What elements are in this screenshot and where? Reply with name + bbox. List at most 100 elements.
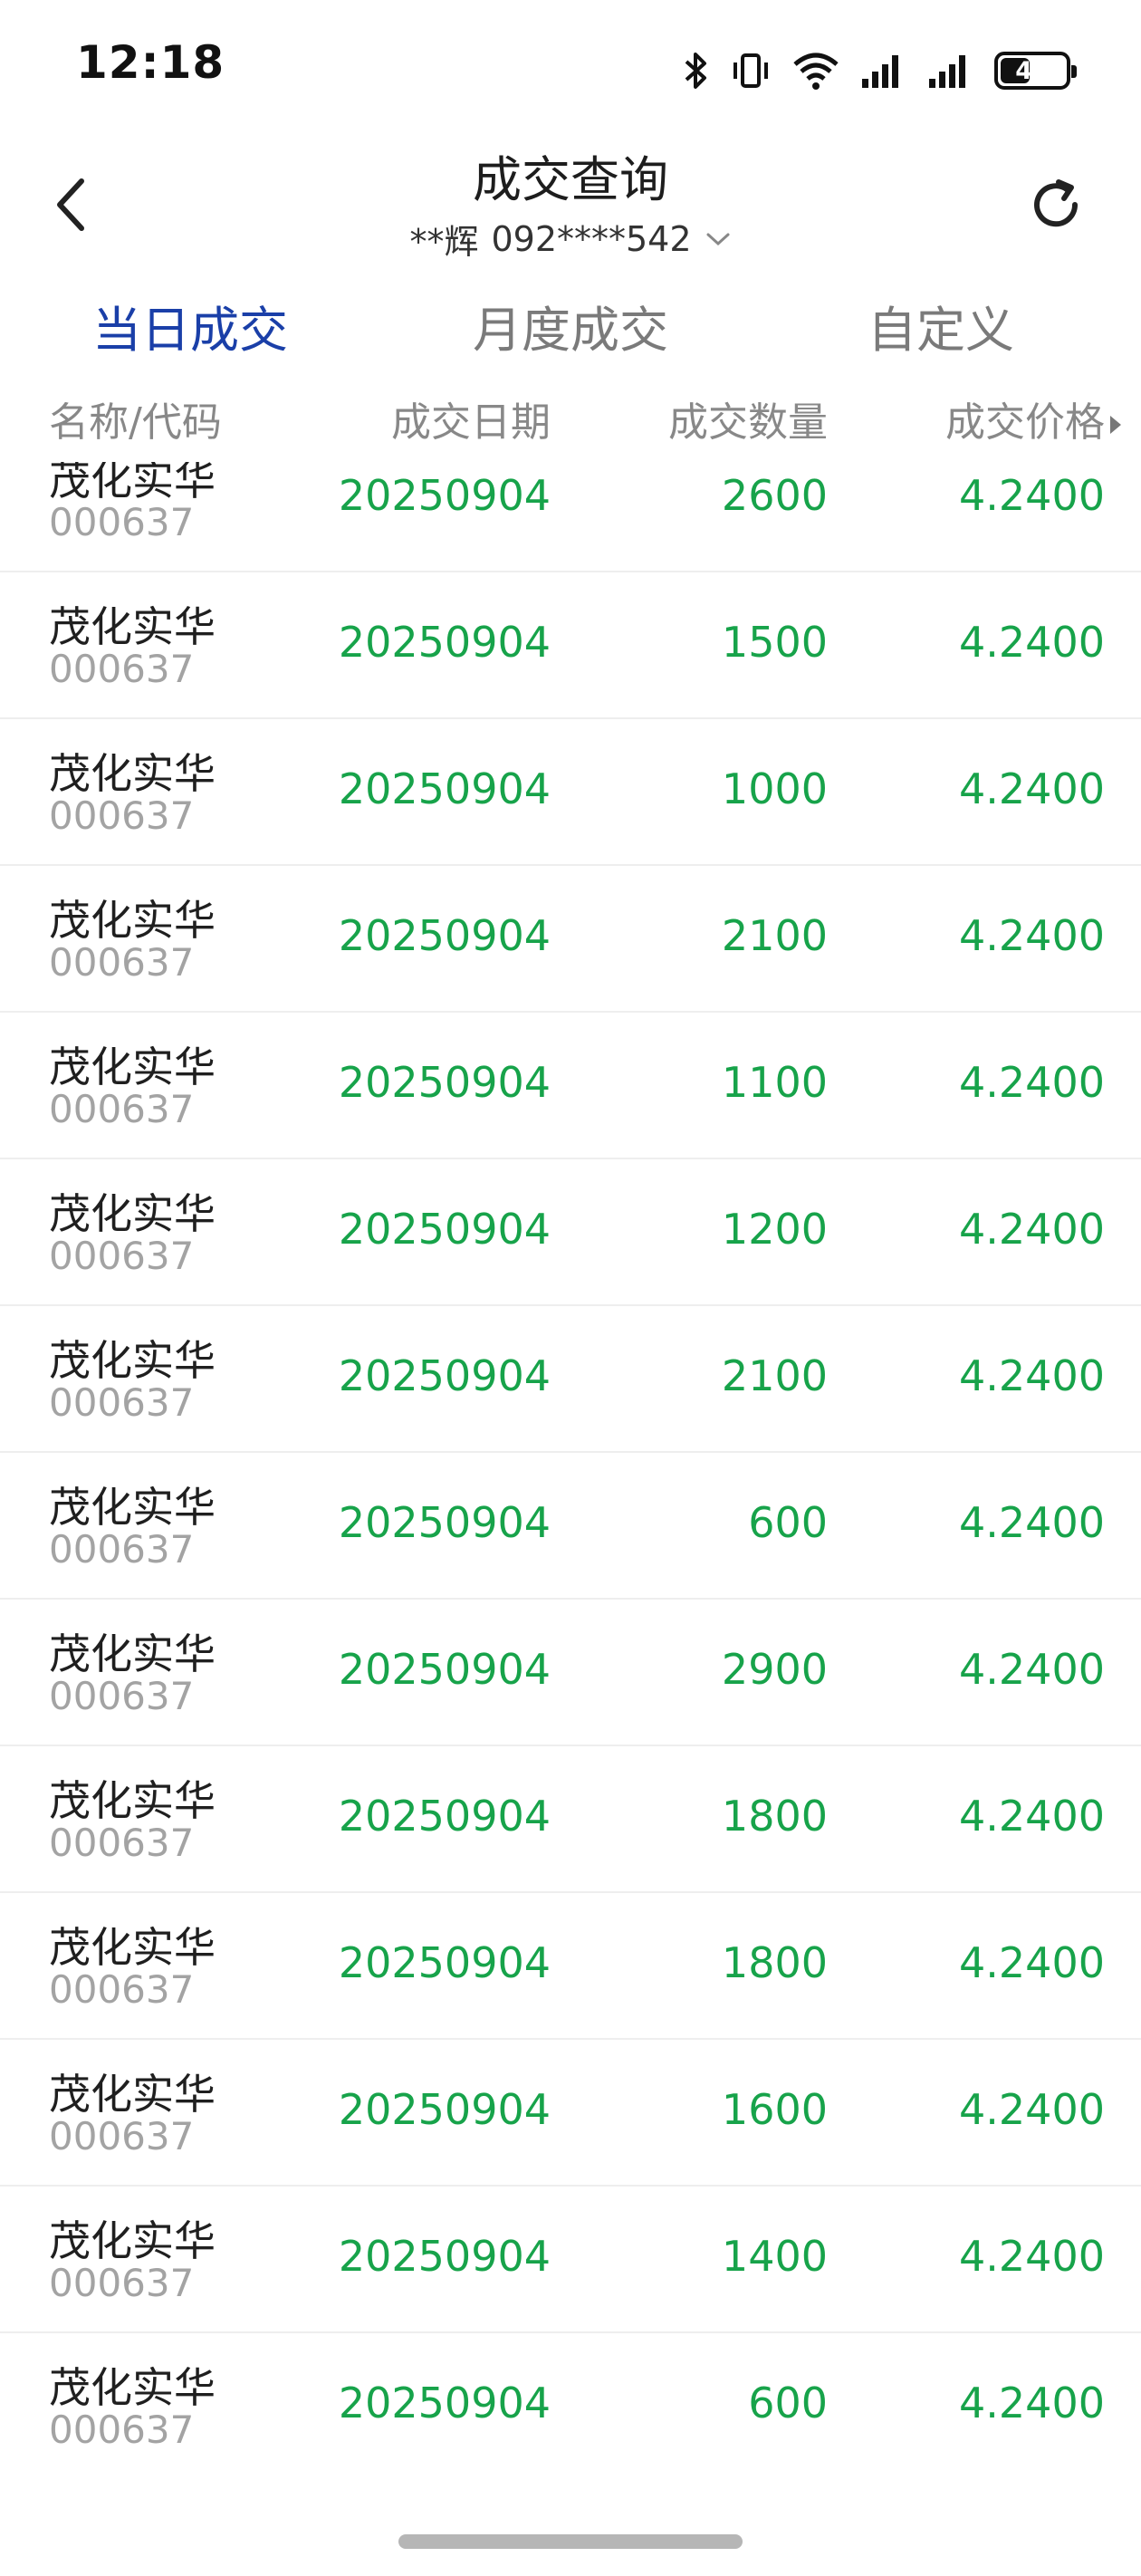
caret-right-icon [1110,416,1121,434]
trade-price: 4.2400 [959,911,1105,960]
trade-date: 20250904 [338,2085,551,2134]
stock-name: 茂化实华 [49,2216,216,2265]
trade-price: 4.2400 [959,2085,1105,2134]
column-header-quantity[interactable]: 成交数量 [668,389,828,447]
chevron-down-icon [706,233,730,245]
trade-price: 4.2400 [959,2232,1105,2281]
table-row[interactable]: 茂化实华 000637 20250904 1600 4.2400 [0,2040,1141,2187]
stock-code: 000637 [49,1087,195,1131]
column-header-price[interactable]: 成交价格 [945,389,1121,447]
status-time: 12:18 [76,36,225,89]
stock-code: 000637 [49,2408,195,2452]
stock-code: 000637 [49,1821,195,1865]
trade-quantity: 2600 [721,471,828,520]
trade-date: 20250904 [338,471,551,520]
table-row[interactable]: 茂化实华 000637 20250904 600 4.2400 [0,1453,1141,1600]
table-row[interactable]: 茂化实华 000637 20250904 1200 4.2400 [0,1159,1141,1306]
trade-price: 4.2400 [959,2379,1105,2427]
trade-date: 20250904 [338,764,551,813]
battery-indicator: 45 [994,52,1077,90]
tab-custom[interactable]: 自定义 [868,290,1014,361]
trade-query-screen: 12:18 45 成交查询 **辉 092****542 当日成交 月度成交 自… [0,0,1141,2576]
table-row[interactable]: 茂化实华 000637 20250904 1800 4.2400 [0,1893,1141,2040]
trade-price: 4.2400 [959,1792,1105,1841]
table-row[interactable]: 茂化实华 000637 20250904 2100 4.2400 [0,866,1141,1013]
column-header-name-code: 名称/代码 [49,399,222,446]
trade-price: 4.2400 [959,1938,1105,1987]
trade-quantity: 1100 [721,1058,828,1107]
account-selector[interactable]: **辉 092****542 [0,214,1141,264]
stock-code: 000637 [49,1674,195,1718]
stock-name: 茂化实华 [49,2070,216,2119]
signal-icon [927,50,974,91]
trade-price: 4.2400 [959,471,1105,520]
wifi-icon [791,50,840,91]
column-header-price-label: 成交价格 [945,399,1105,446]
trade-quantity: 600 [748,2379,828,2427]
battery-level: 45 [1015,56,1050,85]
trade-date: 20250904 [338,2379,551,2427]
trade-quantity: 1800 [721,1792,828,1841]
table-row[interactable]: 茂化实华 000637 20250904 1400 4.2400 [0,2187,1141,2333]
stock-code: 000637 [49,2261,195,2305]
trade-quantity: 2100 [721,911,828,960]
trade-quantity: 1400 [721,2232,828,2281]
stock-code: 000637 [49,2114,195,2158]
vibrate-icon [730,50,772,91]
stock-code: 000637 [49,1967,195,2012]
trade-price: 4.2400 [959,1205,1105,1254]
trade-price: 4.2400 [959,1351,1105,1400]
trade-quantity: 1800 [721,1938,828,1987]
trade-date: 20250904 [338,1498,551,1547]
table-row[interactable]: 茂化实华 000637 20250904 1100 4.2400 [0,1013,1141,1159]
stock-name: 茂化实华 [49,2363,216,2412]
account-name: **辉 [409,222,479,262]
table-row[interactable]: 茂化实华 000637 20250904 2900 4.2400 [0,1600,1141,1746]
trade-quantity: 1500 [721,618,828,667]
table-row[interactable]: 茂化实华 000637 20250904 600 4.2400 [0,2333,1141,2473]
table-row[interactable]: 茂化实华 000637 20250904 1800 4.2400 [0,1746,1141,1893]
account-number: 092****542 [491,218,692,259]
trade-date: 20250904 [338,1351,551,1400]
stock-name: 茂化实华 [49,602,216,651]
trade-table-body[interactable]: 茂化实华 000637 20250904 2600 4.2400 茂化实华 000637 20… [0,462,1141,2473]
table-row[interactable]: 茂化实华 000637 20250904 2600 4.2400 [0,462,1141,572]
column-header-date[interactable]: 成交日期 [391,389,551,447]
stock-name: 茂化实华 [49,1189,216,1238]
stock-name: 茂化实华 [49,1043,216,1091]
home-indicator[interactable] [398,2534,743,2549]
trade-rows: 茂化实华 000637 20250904 2600 4.2400 茂化实华 000637 20… [0,462,1141,2473]
trade-date: 20250904 [338,1792,551,1841]
signal-icon [860,50,907,91]
stock-name: 茂化实华 [49,1336,216,1385]
trade-quantity: 1000 [721,764,828,813]
status-bar: 12:18 45 [0,0,1141,136]
stock-name: 茂化实华 [49,1629,216,1678]
nav-header: 成交查询 **辉 092****542 [0,136,1141,272]
trade-quantity: 2900 [721,1645,828,1694]
bluetooth-icon [683,50,710,91]
trade-date: 20250904 [338,1938,551,1987]
stock-name: 茂化实华 [49,749,216,798]
table-row[interactable]: 茂化实华 000637 20250904 1500 4.2400 [0,572,1141,719]
tab-today-trades[interactable]: 当日成交 [92,290,288,361]
trade-quantity: 600 [748,1498,828,1547]
trade-price: 4.2400 [959,764,1105,813]
trade-price: 4.2400 [959,1058,1105,1107]
trade-price: 4.2400 [959,1498,1105,1547]
table-header: 名称/代码 成交日期 成交数量 成交价格 [0,389,1141,462]
refresh-button[interactable] [1021,170,1090,239]
table-row[interactable]: 茂化实华 000637 20250904 2100 4.2400 [0,1306,1141,1453]
stock-code: 000637 [49,940,195,985]
trade-date: 20250904 [338,1645,551,1694]
stock-code: 000637 [49,793,195,838]
status-icons: 45 [683,45,1077,96]
tab-monthly-trades[interactable]: 月度成交 [473,290,668,361]
trade-date: 20250904 [338,1058,551,1107]
stock-name: 茂化实华 [49,1776,216,1825]
trade-price: 4.2400 [959,618,1105,667]
table-row[interactable]: 茂化实华 000637 20250904 1000 4.2400 [0,719,1141,866]
trade-date: 20250904 [338,1205,551,1254]
stock-name: 茂化实华 [49,1483,216,1532]
tab-bar: 当日成交 月度成交 自定义 [0,290,1141,377]
